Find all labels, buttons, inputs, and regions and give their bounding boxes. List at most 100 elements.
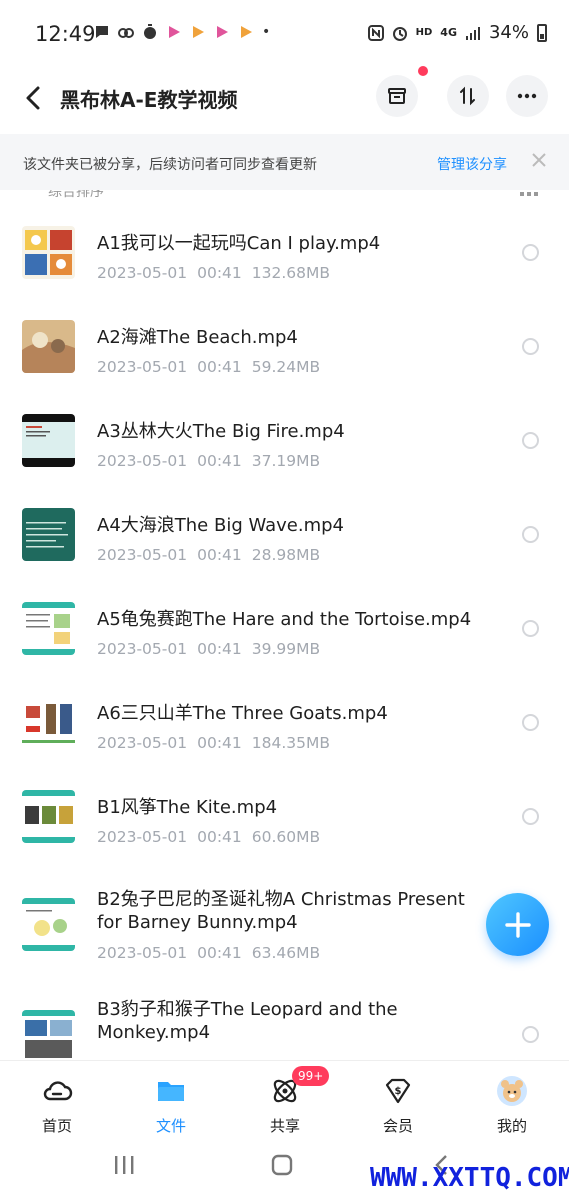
video-app-icon bbox=[193, 26, 204, 38]
file-row[interactable]: B1风筝The Kite.mp4 2023-05-01 00:41 60.60MB bbox=[0, 768, 569, 862]
file-row[interactable]: B2兔子巴尼的圣诞礼物A Christmas Present for Barne… bbox=[0, 862, 569, 982]
video-app-icon bbox=[217, 26, 228, 38]
file-time: 00:41 bbox=[197, 828, 242, 846]
more-dots-icon bbox=[517, 93, 537, 99]
app-header: 黑布林A-E教学视频 bbox=[0, 70, 569, 132]
page-title: 黑布林A-E教学视频 bbox=[60, 88, 238, 112]
home-icon[interactable] bbox=[270, 1153, 294, 1177]
nav-vip[interactable]: $ 会员 bbox=[358, 1075, 438, 1136]
file-meta: 2023-05-01 00:41 132.68MB bbox=[97, 264, 340, 282]
cloud-icon bbox=[43, 1081, 73, 1101]
file-row[interactable]: A6三只山羊The Three Goats.mp4 2023-05-01 00:4… bbox=[0, 674, 569, 768]
file-row[interactable]: B3豹子和猴子The Leopard and the Monkey.mp4 bbox=[0, 982, 569, 1058]
file-meta: 2023-05-01 00:41 60.60MB bbox=[97, 828, 330, 846]
video-app-icon bbox=[241, 26, 252, 38]
video-thumbnail bbox=[22, 696, 75, 749]
notification-icons: • bbox=[94, 24, 270, 40]
select-radio[interactable] bbox=[522, 244, 539, 261]
close-icon[interactable] bbox=[530, 151, 548, 169]
manage-share-link[interactable]: 管理该分享 bbox=[437, 154, 507, 174]
file-name: A5龟兔赛跑The Hare and the Tortoise.mp4 bbox=[97, 609, 472, 630]
file-meta: 2023-05-01 00:41 59.24MB bbox=[97, 358, 330, 376]
system-status: HD 4G 34% bbox=[367, 22, 547, 43]
file-date: 2023-05-01 bbox=[97, 828, 188, 846]
sort-row: 综合排序 bbox=[0, 190, 569, 200]
file-date: 2023-05-01 bbox=[97, 358, 188, 376]
file-date: 2023-05-01 bbox=[97, 734, 188, 752]
grid-view-icon[interactable] bbox=[520, 192, 538, 196]
nav-vip-label: 会员 bbox=[382, 1117, 413, 1135]
file-time: 00:41 bbox=[197, 734, 242, 752]
svg-text:$: $ bbox=[395, 1086, 402, 1097]
share-banner-text: 该文件夹已被分享，后续访问者可同步查看更新 bbox=[23, 157, 317, 173]
file-time: 00:41 bbox=[197, 358, 242, 376]
file-name: A3丛林大火The Big Fire.mp4 bbox=[97, 421, 345, 442]
archive-button[interactable] bbox=[376, 75, 418, 117]
nav-home[interactable]: 首页 bbox=[17, 1075, 97, 1136]
back-arrow-icon[interactable] bbox=[18, 82, 50, 114]
sort-button[interactable] bbox=[447, 75, 489, 117]
nav-files[interactable]: 文件 bbox=[131, 1075, 211, 1136]
folder-icon bbox=[158, 1082, 184, 1101]
hd-label: HD bbox=[415, 27, 433, 38]
file-row[interactable]: A4大海浪The Big Wave.mp4 2023-05-01 00:41 28.… bbox=[0, 486, 569, 580]
file-size: 132.68MB bbox=[251, 264, 331, 282]
file-name: B3豹子和猴子The Leopard and the Monkey.mp4 bbox=[97, 999, 398, 1043]
file-time: 00:41 bbox=[197, 452, 242, 470]
select-radio[interactable] bbox=[522, 432, 539, 449]
signal-icon bbox=[465, 26, 480, 40]
file-meta: 2023-05-01 00:41 63.46MB bbox=[97, 944, 330, 962]
file-row[interactable]: A5龟兔赛跑The Hare and the Tortoise.mp4 2023… bbox=[0, 580, 569, 674]
video-thumbnail bbox=[22, 508, 75, 561]
file-name: A4大海浪The Big Wave.mp4 bbox=[97, 515, 344, 536]
network-label: 4G bbox=[440, 26, 457, 39]
archive-icon bbox=[388, 88, 406, 104]
file-time: 00:41 bbox=[197, 640, 242, 658]
diamond-dollar-icon: $ bbox=[385, 1078, 411, 1104]
file-size: 37.19MB bbox=[251, 452, 321, 470]
recent-apps-icon[interactable] bbox=[112, 1154, 136, 1176]
avatar bbox=[497, 1076, 527, 1106]
file-date: 2023-05-01 bbox=[97, 546, 188, 564]
video-app-icon bbox=[169, 26, 180, 38]
status-time: 12:49 bbox=[35, 22, 96, 46]
file-row[interactable]: A3丛林大火The Big Fire.mp4 2023-05-01 00:41 37… bbox=[0, 392, 569, 486]
battery-percent: 34% bbox=[488, 22, 529, 43]
file-name: A2海滩The Beach.mp4 bbox=[97, 327, 298, 348]
add-button[interactable] bbox=[486, 893, 549, 956]
file-date: 2023-05-01 bbox=[97, 264, 188, 282]
file-name: A1我可以一起玩吗Can I play.mp4 bbox=[97, 233, 381, 254]
file-meta: 2023-05-01 00:41 28.98MB bbox=[97, 546, 330, 564]
file-date: 2023-05-01 bbox=[97, 640, 188, 658]
select-radio[interactable] bbox=[522, 1026, 539, 1043]
select-radio[interactable] bbox=[522, 338, 539, 355]
nav-home-label: 首页 bbox=[41, 1117, 72, 1135]
file-time: 00:41 bbox=[197, 264, 242, 282]
file-size: 28.98MB bbox=[251, 546, 321, 564]
sort-arrows-icon bbox=[460, 86, 475, 106]
video-thumbnail bbox=[22, 1010, 75, 1058]
select-radio[interactable] bbox=[522, 526, 539, 543]
video-thumbnail bbox=[22, 320, 75, 373]
file-meta: 2023-05-01 00:41 184.35MB bbox=[97, 734, 340, 752]
file-name: A6三只山羊The Three Goats.mp4 bbox=[97, 703, 388, 724]
nav-me[interactable]: 我的 bbox=[472, 1075, 552, 1136]
nav-share-label: 共享 bbox=[269, 1117, 300, 1135]
file-row[interactable]: A2海滩The Beach.mp4 2023-05-01 00:41 59.24MB bbox=[0, 298, 569, 392]
file-size: 63.46MB bbox=[251, 944, 321, 962]
more-options-button[interactable] bbox=[506, 75, 548, 117]
file-row[interactable]: A1我可以一起玩吗Can I play.mp4 2023-05-01 00:41 1… bbox=[0, 204, 569, 298]
select-radio[interactable] bbox=[522, 620, 539, 637]
nav-files-label: 文件 bbox=[155, 1117, 186, 1135]
file-time: 00:41 bbox=[197, 546, 242, 564]
status-bar: 12:49 • HD 4G 34% bbox=[0, 0, 569, 70]
sort-label[interactable]: 综合排序 bbox=[48, 190, 104, 200]
select-radio[interactable] bbox=[522, 808, 539, 825]
share-count-badge: 99+ bbox=[292, 1066, 330, 1086]
alarm-icon bbox=[392, 26, 407, 41]
notification-dot bbox=[418, 66, 428, 76]
video-thumbnail bbox=[22, 414, 75, 467]
select-radio[interactable] bbox=[522, 714, 539, 731]
message-icon bbox=[96, 26, 108, 38]
file-size: 59.24MB bbox=[251, 358, 321, 376]
